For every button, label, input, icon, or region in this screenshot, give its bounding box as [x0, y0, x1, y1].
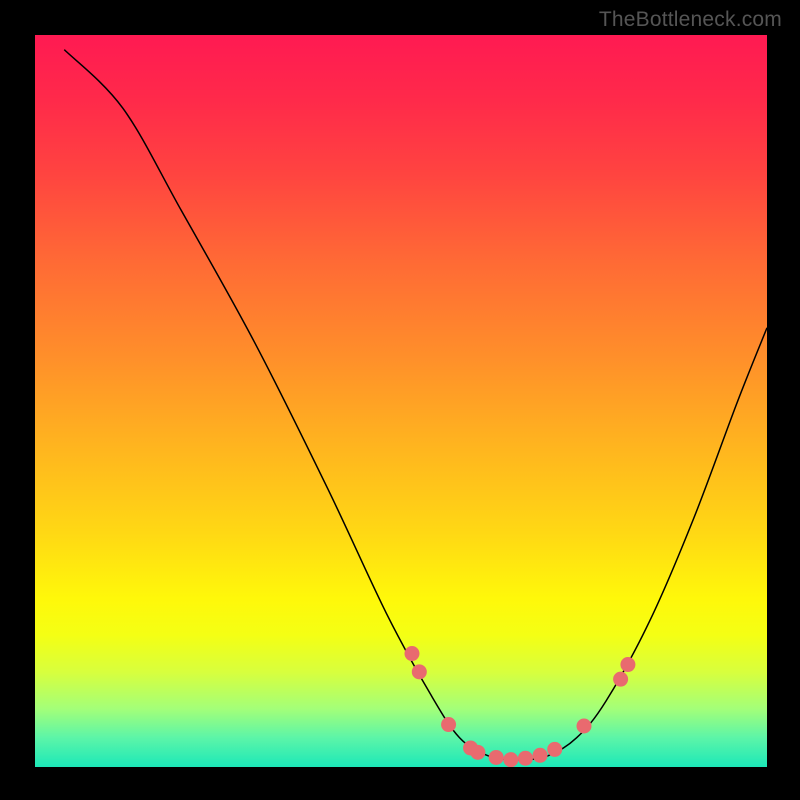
- data-marker: [613, 672, 628, 687]
- chart-svg: [35, 35, 767, 767]
- data-marker: [412, 664, 427, 679]
- data-marker: [503, 752, 518, 767]
- data-marker: [404, 646, 419, 661]
- chart-container: TheBottleneck.com: [0, 0, 800, 800]
- data-marker: [547, 742, 562, 757]
- data-marker: [441, 717, 456, 732]
- data-marker: [577, 719, 592, 734]
- watermark-text: TheBottleneck.com: [599, 8, 782, 32]
- data-marker: [518, 751, 533, 766]
- data-marker: [533, 748, 548, 763]
- data-marker: [470, 745, 485, 760]
- data-marker: [489, 750, 504, 765]
- data-markers: [404, 646, 635, 767]
- data-marker: [620, 657, 635, 672]
- plot-area: [35, 35, 767, 767]
